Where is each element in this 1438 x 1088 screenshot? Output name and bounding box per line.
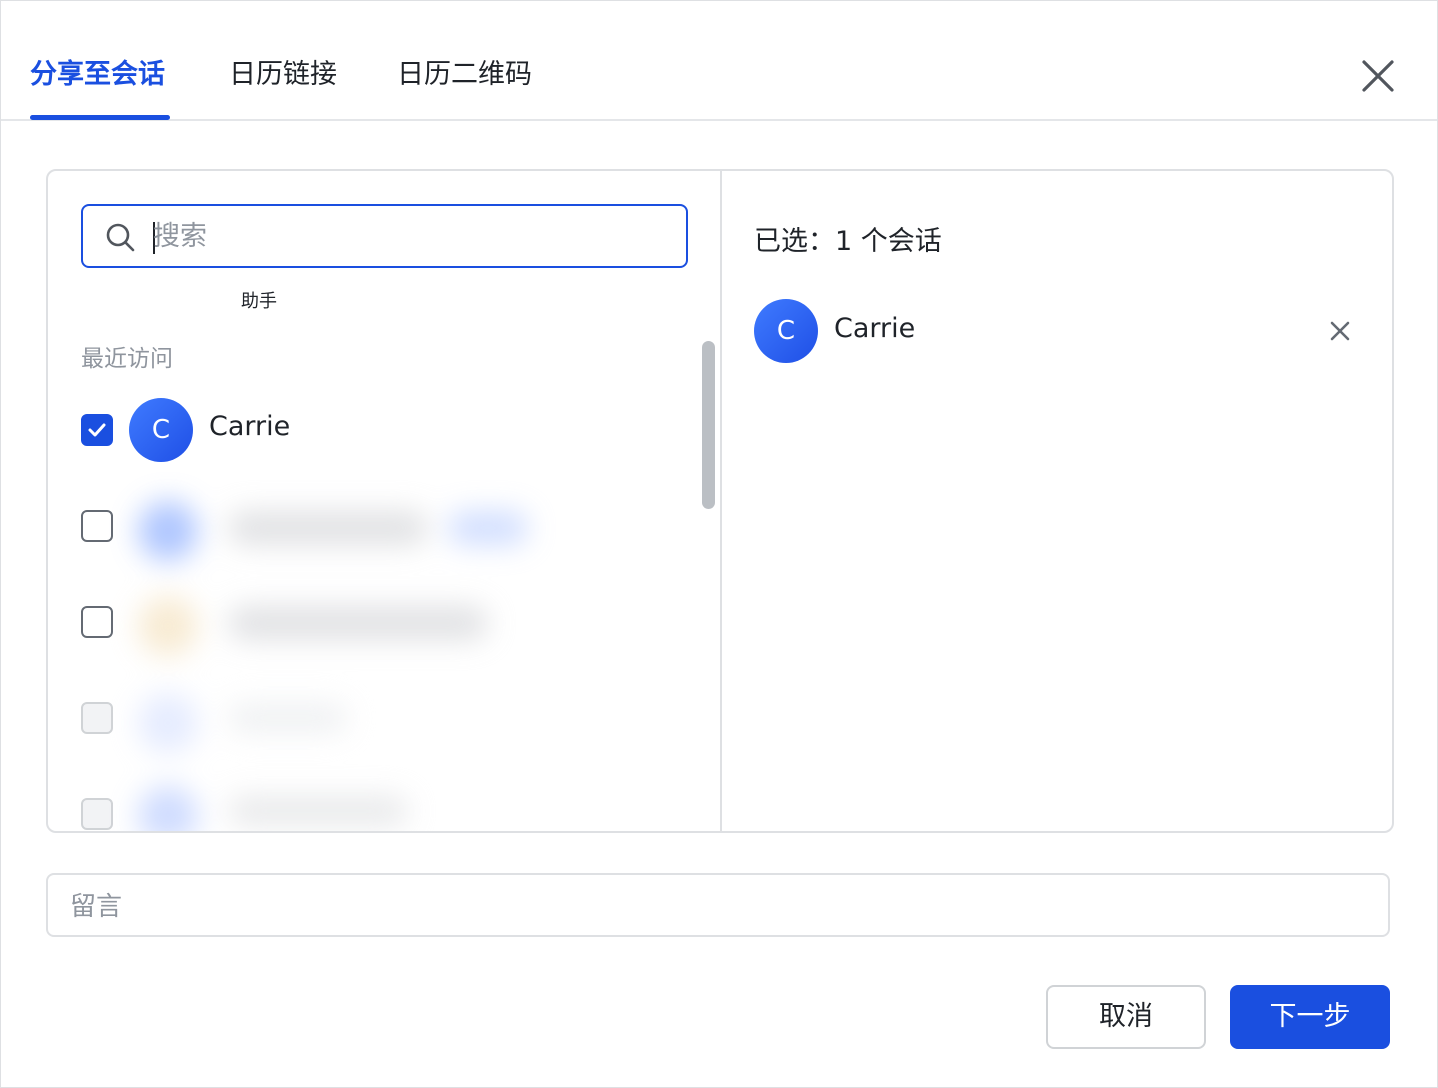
tab-calendar-qrcode[interactable]: 日历二维码 xyxy=(397,57,532,93)
contact-checkbox[interactable] xyxy=(81,606,113,638)
chat-picker-panel: 助手 最近访问 C Carrie xyxy=(46,169,1394,833)
contact-checkbox[interactable] xyxy=(81,510,113,542)
contact-row[interactable]: C Carrie xyxy=(81,391,641,467)
active-tab-indicator xyxy=(30,115,170,120)
message-input[interactable] xyxy=(70,887,1360,927)
message-box[interactable] xyxy=(46,873,1390,937)
share-dialog: 分享至会话 日历链接 日历二维码 助手 最近访问 xyxy=(0,0,1438,1088)
tab-calendar-link[interactable]: 日历链接 xyxy=(229,57,337,93)
next-button[interactable]: 下一步 xyxy=(1230,985,1390,1049)
contact-checkbox[interactable] xyxy=(81,414,113,446)
remove-icon xyxy=(1330,321,1350,341)
check-icon xyxy=(88,423,106,437)
cancel-button[interactable]: 取消 xyxy=(1046,985,1206,1049)
selected-name: Carrie xyxy=(834,313,916,344)
selected-count: 已选：1 个会话 xyxy=(754,226,942,257)
search-input[interactable] xyxy=(153,216,653,256)
redacted-contacts xyxy=(118,481,608,831)
tab-bar: 分享至会话 日历链接 日历二维码 xyxy=(1,1,1437,121)
search-box[interactable] xyxy=(81,204,688,268)
avatar: C xyxy=(754,299,818,363)
search-icon xyxy=(106,223,135,252)
tab-share-to-chat[interactable]: 分享至会话 xyxy=(30,57,165,93)
avatar: C xyxy=(129,398,193,462)
close-button[interactable] xyxy=(1357,55,1399,97)
contact-name: Carrie xyxy=(209,411,291,442)
remove-selected-button[interactable] xyxy=(1328,319,1352,343)
panel-divider xyxy=(720,171,722,831)
contact-checkbox-disabled xyxy=(81,798,113,830)
assistant-label: 助手 xyxy=(241,291,277,312)
close-icon xyxy=(1362,60,1394,92)
recent-section-label: 最近访问 xyxy=(81,346,173,372)
contact-checkbox-disabled xyxy=(81,702,113,734)
list-scrollbar[interactable] xyxy=(702,341,715,509)
selected-item: C Carrie xyxy=(754,299,1354,365)
